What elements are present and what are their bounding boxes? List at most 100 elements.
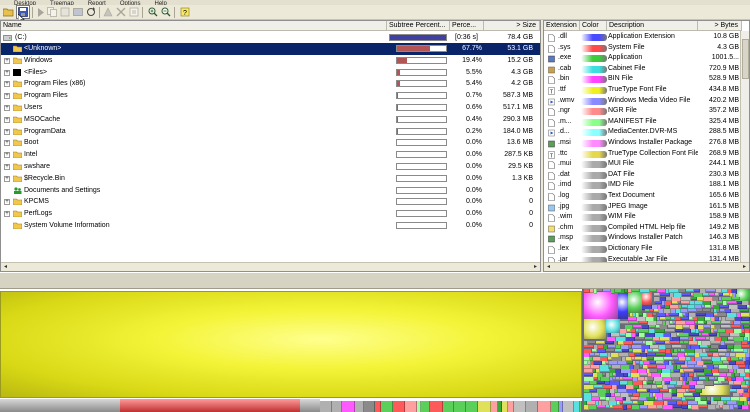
treemap-cell[interactable] [628, 291, 642, 313]
treemap-cell[interactable] [688, 353, 695, 356]
treemap-cell[interactable] [697, 373, 705, 376]
treemap-cell[interactable] [635, 357, 642, 360]
treemap-cell[interactable] [603, 289, 611, 292]
treemap-cell[interactable] [514, 401, 526, 412]
treemap-cell[interactable] [692, 405, 699, 410]
extension-row[interactable]: .m... MANIFEST File 325.4 MB [544, 117, 741, 127]
treemap-cell[interactable] [672, 345, 682, 348]
extension-row[interactable]: .sys System File 4.3 GB [544, 43, 741, 53]
expand-toggle[interactable]: + [4, 140, 10, 147]
tree-row[interactable]: Documents and Settings 0.0% 0 [1, 185, 540, 197]
tree-row[interactable]: + ProgramData 0.2% 184.0 MB [1, 126, 540, 138]
treemap-cell[interactable] [649, 325, 656, 328]
treemap-cell[interactable] [596, 341, 605, 344]
treemap-cell[interactable] [673, 405, 682, 408]
treemap-cell[interactable] [623, 401, 633, 404]
expand-toggle[interactable]: + [4, 57, 10, 64]
extension-row[interactable]: .imd IMD File 188.1 MB [544, 180, 741, 191]
expand-toggle[interactable]: + [4, 105, 10, 111]
treemap-cell[interactable] [727, 301, 737, 304]
extension-row[interactable]: .wim WIM File 158.9 MB [544, 212, 741, 222]
tree-row[interactable]: + Boot 0.0% 13.6 MB [1, 137, 540, 149]
treemap-cell[interactable] [684, 369, 694, 372]
treemap-cell[interactable] [650, 289, 657, 292]
treemap-cell[interactable] [629, 321, 639, 324]
treemap-cell[interactable] [740, 309, 749, 312]
treemap-cell[interactable] [655, 301, 662, 304]
column-name[interactable]: Name [1, 21, 387, 31]
treemap-cell[interactable] [584, 291, 618, 319]
tree-row[interactable]: + Users 0.6% 517.1 MB [1, 102, 540, 114]
treemap-block-unknown[interactable] [0, 291, 582, 398]
refresh-icon[interactable] [85, 6, 97, 18]
open-icon[interactable] [2, 6, 14, 18]
column-size[interactable]: > Size [484, 21, 540, 31]
tree-horizontal-scrollbar[interactable]: ◂ ▸ [1, 262, 540, 271]
treemap-cell[interactable] [665, 329, 675, 332]
treemap-cell[interactable] [320, 401, 332, 412]
copy-path-icon[interactable] [59, 6, 71, 18]
explorer-icon[interactable] [72, 6, 84, 18]
treemap-cell[interactable] [688, 309, 697, 312]
treemap-cell[interactable] [640, 289, 650, 293]
expand-toggle[interactable]: + [4, 175, 10, 182]
extension-row[interactable]: .ngr NGR File 357.2 MB [544, 106, 741, 116]
treemap-cell[interactable] [632, 289, 640, 292]
treemap-cell[interactable] [597, 381, 605, 384]
expand-toggle[interactable]: + [4, 152, 10, 159]
treemap-cell[interactable] [597, 405, 606, 408]
treemap-cell[interactable] [633, 341, 643, 344]
treemap-cell[interactable] [742, 345, 750, 348]
extension-row[interactable]: .exe Application 1001.5... [544, 53, 741, 63]
treemap-cell[interactable] [695, 365, 703, 368]
treemap-cell[interactable] [694, 369, 704, 372]
copy-icon[interactable] [46, 6, 58, 18]
treemap-cell[interactable] [688, 365, 695, 368]
extension-row[interactable]: .lex Dictionary File 131.8 MB [544, 244, 741, 254]
treemap-cell[interactable] [672, 397, 682, 400]
treemap-cell[interactable] [538, 401, 551, 412]
treemap-cell[interactable] [640, 373, 648, 376]
treemap-cell[interactable] [683, 325, 690, 328]
treemap-cell[interactable] [708, 405, 716, 410]
treemap-cell[interactable] [680, 337, 689, 340]
treemap-cell[interactable] [645, 337, 653, 340]
treemap-cell[interactable] [682, 293, 691, 296]
treemap-cell[interactable] [699, 377, 706, 380]
treemap-cell[interactable] [702, 333, 709, 336]
treemap-cell[interactable] [681, 365, 688, 368]
treemap-cell[interactable] [430, 401, 443, 412]
treemap-cell[interactable] [721, 325, 731, 328]
treemap-cell[interactable] [393, 401, 405, 412]
extension-horizontal-scrollbar[interactable]: ◂ ▸ [544, 262, 749, 271]
treemap-cell[interactable] [405, 401, 417, 412]
treemap-cell[interactable] [642, 291, 652, 305]
treemap-cell[interactable] [741, 321, 750, 324]
tree-row[interactable]: + Program Files (x86) 5.4% 4.2 GB [1, 78, 540, 90]
treemap-cell[interactable] [709, 333, 717, 336]
treemap-cell[interactable] [700, 345, 708, 348]
tree-row-root[interactable]: (C:) [0:36 s] 78.4 GB [1, 32, 540, 44]
treemap-cell[interactable] [632, 405, 640, 410]
extension-row[interactable]: .cab Cabinet File 720.9 MB [544, 64, 741, 74]
scroll-right-icon[interactable]: ▸ [740, 263, 749, 271]
tree-row[interactable]: + swshare 0.0% 29.5 KB [1, 161, 540, 173]
treemap-cell[interactable] [647, 353, 656, 356]
treemap-cell[interactable] [635, 337, 645, 340]
treemap-cell[interactable] [590, 389, 597, 392]
treemap-cell[interactable] [734, 349, 744, 352]
treemap-cell[interactable] [703, 309, 711, 312]
treemap-cell[interactable] [675, 385, 682, 388]
treemap-cell[interactable] [675, 329, 683, 332]
treemap-cell[interactable] [364, 401, 375, 412]
extension-row[interactable]: .d... MediaCenter.DVR-MS 288.5 MB [544, 127, 741, 137]
column-percent[interactable]: Perce... [450, 21, 484, 31]
treemap-cell[interactable] [584, 319, 606, 339]
zoom-in-icon[interactable] [147, 6, 159, 18]
properties-icon[interactable] [128, 6, 140, 18]
treemap-cell[interactable] [656, 341, 665, 344]
expand-toggle[interactable]: + [4, 128, 10, 135]
scroll-thumb[interactable] [742, 39, 749, 79]
cleanup-icon[interactable] [102, 6, 114, 18]
treemap-cell[interactable] [723, 293, 730, 296]
